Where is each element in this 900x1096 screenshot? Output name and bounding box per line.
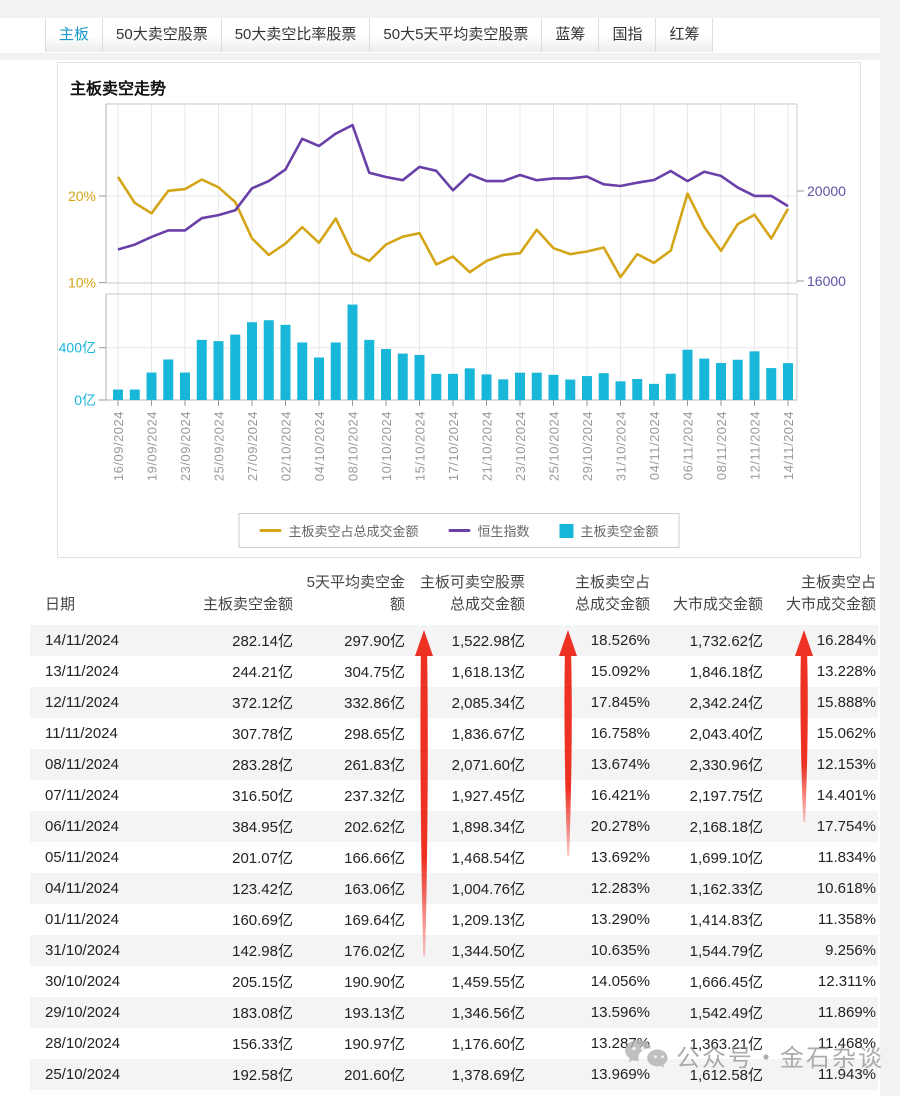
legend-item[interactable]: 恒生指数 [448,521,529,540]
svg-text:16/09/2024: 16/09/2024 [111,411,126,481]
legend-label: 恒生指数 [477,521,529,540]
short-selling-table-wrap: 日期主板卖空金额5天平均卖空金 额主板可卖空股票 总成交金额主板卖空占 总成交金… [30,572,878,1090]
chart-legend: 主板卖空占总成交金额 恒生指数 主板卖空金额 [238,513,679,548]
table-body: 14/11/2024282.14亿297.90亿1,522.98亿18.526%… [30,625,878,1090]
table-header-row: 日期主板卖空金额5天平均卖空金 额主板可卖空股票 总成交金额主板卖空占 总成交金… [30,572,878,625]
svg-text:04/10/2024: 04/10/2024 [312,411,327,481]
svg-text:12/11/2024: 12/11/2024 [748,411,763,480]
svg-text:08/10/2024: 08/10/2024 [346,411,361,481]
table-row: 04/11/2024123.42亿163.06亿1,004.76亿12.283%… [30,873,878,904]
legend-item[interactable]: 主板卖空占总成交金额 [259,521,418,540]
legend-square-swatch [560,524,574,538]
table-row: 31/10/2024142.98亿176.02亿1,344.50亿10.635%… [30,935,878,966]
short-selling-chart: 20% 10% 400亿 0亿 20000 16000 16/09/2024 19/09/20… [58,63,860,557]
svg-text:19/09/2024: 19/09/2024 [145,411,160,481]
svg-text:31/10/2024: 31/10/2024 [614,411,629,481]
tab-1[interactable]: 50大卖空股票 [103,18,222,52]
col-header-3: 主板可卖空股票 总成交金额 [407,572,527,625]
svg-text:08/11/2024: 08/11/2024 [714,411,729,480]
col-header-0: 日期 [30,572,150,625]
svg-text:20%: 20% [68,188,96,204]
svg-text:29/10/2024: 29/10/2024 [580,411,595,481]
legend-item[interactable]: 主板卖空金额 [560,521,659,540]
svg-text:04/11/2024: 04/11/2024 [647,411,662,480]
chart-card: 20% 10% 400亿 0亿 20000 16000 16/09/2024 19/09/20… [57,62,861,558]
table-row: 12/11/2024372.12亿332.86亿2,085.34亿17.845%… [30,687,878,718]
legend-label: 主板卖空金额 [581,521,659,540]
legend-label: 主板卖空占总成交金额 [288,521,418,540]
svg-text:10%: 10% [68,275,96,291]
table-row: 11/11/2024307.78亿298.65亿1,836.67亿16.758%… [30,718,878,749]
table-row: 06/11/2024384.95亿202.62亿1,898.34亿20.278%… [30,811,878,842]
wechat-icon [624,1039,670,1073]
tab-0-active[interactable]: 主板 [45,18,103,52]
svg-text:20000: 20000 [807,183,846,199]
legend-line-swatch [259,529,281,532]
legend-line-swatch [448,529,470,532]
col-header-4: 主板卖空占 总成交金额 [527,572,652,625]
svg-text:02/10/2024: 02/10/2024 [279,411,294,481]
table-row: 14/11/2024282.14亿297.90亿1,522.98亿18.526%… [30,625,878,656]
page: { "tabs": [ {"label": "主板", "active": tr… [0,0,900,1096]
table-row: 13/11/2024244.21亿304.75亿1,618.13亿15.092%… [30,656,878,687]
tab-4[interactable]: 蓝筹 [542,18,599,52]
svg-text:16000: 16000 [807,273,846,289]
svg-text:15/10/2024: 15/10/2024 [413,411,428,481]
chart-title: 主板卖空走势 [70,75,166,99]
svg-text:14/11/2024: 14/11/2024 [781,411,796,480]
tab-bar: 主板50大卖空股票50大卖空比率股票50大5天平均卖空股票蓝筹国指红筹 [45,18,713,53]
svg-text:25/09/2024: 25/09/2024 [212,411,227,481]
svg-text:23/09/2024: 23/09/2024 [178,411,193,481]
svg-text:06/11/2024: 06/11/2024 [681,411,696,480]
watermark-text: 公众号・金石杂谈 [676,1038,884,1073]
short-selling-table: 日期主板卖空金额5天平均卖空金 额主板可卖空股票 总成交金额主板卖空占 总成交金… [30,572,878,1090]
tab-2[interactable]: 50大卖空比率股票 [222,18,371,52]
table-row: 08/11/2024283.28亿261.83亿2,071.60亿13.674%… [30,749,878,780]
table-row: 07/11/2024316.50亿237.32亿1,927.45亿16.421%… [30,780,878,811]
svg-text:25/10/2024: 25/10/2024 [547,411,562,481]
svg-text:27/09/2024: 27/09/2024 [245,411,260,481]
tab-band: 主板50大卖空股票50大卖空比率股票50大5天平均卖空股票蓝筹国指红筹 [0,18,880,53]
col-header-1: 主板卖空金额 [150,572,295,625]
svg-text:23/10/2024: 23/10/2024 [513,411,528,481]
col-header-2: 5天平均卖空金 额 [295,572,407,625]
table-row: 29/10/2024183.08亿193.13亿1,346.56亿13.596%… [30,997,878,1028]
table-row: 30/10/2024205.15亿190.90亿1,459.55亿14.056%… [30,966,878,997]
watermark: 公众号・金石杂谈 [624,1038,884,1073]
table-row: 01/11/2024160.69亿169.64亿1,209.13亿13.290%… [30,904,878,935]
tab-5[interactable]: 国指 [599,18,656,52]
col-header-5: 大市成交金额 [652,572,765,625]
table-row: 05/11/2024201.07亿166.66亿1,468.54亿13.692%… [30,842,878,873]
tab-3[interactable]: 50大5天平均卖空股票 [370,18,542,52]
svg-text:400亿: 400亿 [59,340,96,356]
col-header-6: 主板卖空占 大市成交金额 [765,572,878,625]
svg-text:10/10/2024: 10/10/2024 [379,411,394,481]
svg-text:21/10/2024: 21/10/2024 [480,411,495,481]
tab-6[interactable]: 红筹 [656,18,713,52]
svg-text:0亿: 0亿 [74,392,96,408]
svg-text:17/10/2024: 17/10/2024 [446,411,461,481]
